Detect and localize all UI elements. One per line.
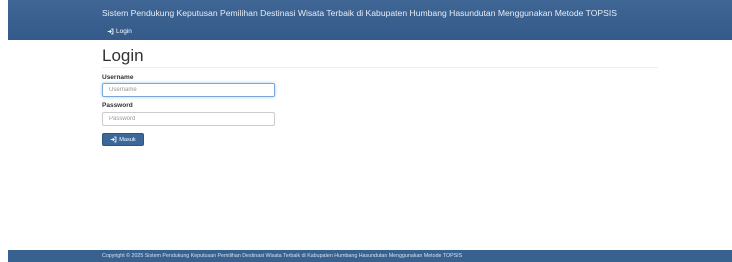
footer: Copyright © 2025 Sistem Pendukung Keputu… bbox=[8, 250, 732, 262]
page-title: Login bbox=[102, 46, 144, 65]
masuk-button[interactable]: Masuk bbox=[102, 133, 144, 146]
sign-in-icon bbox=[110, 136, 117, 143]
title-divider bbox=[102, 67, 658, 68]
navbar: Sistem Pendukung Keputusan Pemilihan Des… bbox=[8, 0, 732, 40]
sign-in-icon bbox=[107, 28, 114, 35]
password-label: Password bbox=[102, 102, 133, 109]
site-title[interactable]: Sistem Pendukung Keputusan Pemilihan Des… bbox=[102, 8, 617, 18]
password-input[interactable] bbox=[102, 112, 275, 126]
username-input[interactable] bbox=[102, 83, 275, 97]
nav-login-label: Login bbox=[116, 28, 132, 35]
copyright-text: Copyright © 2025 Sistem Pendukung Keputu… bbox=[102, 253, 463, 259]
masuk-button-label: Masuk bbox=[119, 136, 136, 143]
nav-login-link[interactable]: Login bbox=[107, 28, 132, 35]
username-label: Username bbox=[102, 74, 134, 81]
